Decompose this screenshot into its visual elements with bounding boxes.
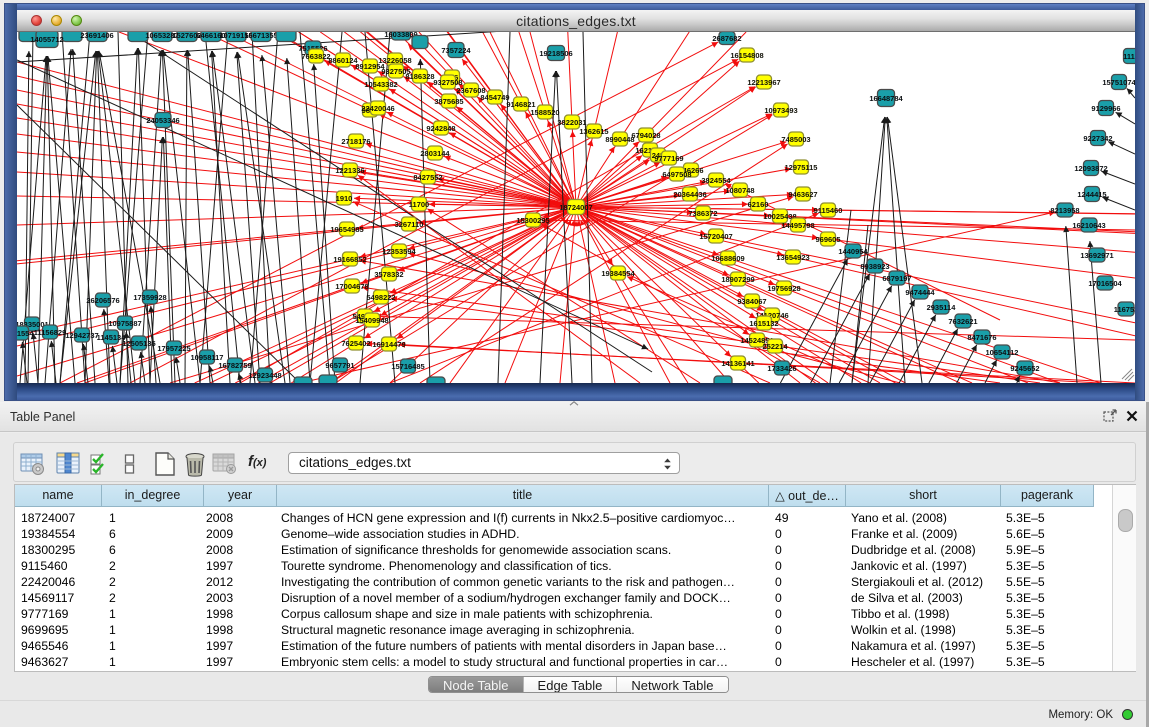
svg-text:17359928: 17359928 bbox=[133, 293, 166, 302]
svg-text:7357224: 7357224 bbox=[441, 46, 471, 55]
svg-text:3267110: 3267110 bbox=[395, 220, 424, 229]
svg-text:19218506: 19218506 bbox=[539, 49, 572, 58]
svg-text:8938923: 8938923 bbox=[860, 262, 889, 271]
svg-text:9227342: 9227342 bbox=[1083, 134, 1112, 143]
svg-text:13692971: 13692971 bbox=[1080, 251, 1113, 260]
svg-text:3875685: 3875685 bbox=[434, 97, 463, 106]
svg-text:19166852: 19166852 bbox=[333, 255, 366, 264]
svg-text:6794028: 6794028 bbox=[631, 131, 660, 140]
svg-text:1588520: 1588520 bbox=[530, 108, 559, 117]
svg-text:16914479: 16914479 bbox=[372, 340, 405, 349]
svg-text:12505135: 12505135 bbox=[122, 339, 155, 348]
svg-text:18907299: 18907299 bbox=[721, 275, 754, 284]
svg-text:1080748: 1080748 bbox=[725, 186, 754, 195]
svg-text:991554: 991554 bbox=[17, 329, 34, 338]
svg-text:62160: 62160 bbox=[748, 200, 769, 209]
svg-text:14495798: 14495798 bbox=[781, 221, 814, 230]
svg-text:9463627: 9463627 bbox=[788, 190, 817, 199]
svg-text:9474444: 9474444 bbox=[905, 288, 935, 297]
svg-text:8186328: 8186328 bbox=[405, 72, 434, 81]
svg-text:1112: 1112 bbox=[1123, 52, 1135, 61]
svg-text:10973493: 10973493 bbox=[764, 106, 797, 115]
svg-text:3822031: 3822031 bbox=[557, 118, 586, 127]
svg-text:2935114: 2935114 bbox=[927, 303, 957, 312]
svg-text:15409948: 15409948 bbox=[355, 316, 388, 325]
svg-text:10688609: 10688609 bbox=[711, 254, 744, 263]
svg-text:1733426: 1733426 bbox=[767, 364, 796, 373]
svg-text:2687682: 2687682 bbox=[712, 34, 741, 43]
svg-text:8427552: 8427552 bbox=[413, 173, 442, 182]
svg-text:12353594: 12353594 bbox=[382, 247, 416, 256]
svg-text:3578332: 3578332 bbox=[374, 270, 403, 279]
svg-text:26206576: 26206576 bbox=[86, 296, 119, 305]
svg-text:3824554: 3824554 bbox=[701, 176, 731, 185]
svg-text:12975115: 12975115 bbox=[785, 163, 818, 172]
svg-text:20364436: 20364436 bbox=[673, 190, 706, 199]
svg-text:969605: 969605 bbox=[815, 235, 840, 244]
svg-text:12942737: 12942737 bbox=[65, 331, 98, 340]
svg-text:10654112: 10654112 bbox=[986, 348, 1019, 357]
svg-text:15716485: 15716485 bbox=[391, 362, 424, 371]
svg-text:16782759: 16782759 bbox=[218, 361, 251, 370]
svg-text:15300295: 15300295 bbox=[516, 216, 549, 225]
svg-text:6497508: 6497508 bbox=[662, 170, 691, 179]
svg-text:2718176: 2718176 bbox=[341, 137, 370, 146]
svg-text:6879197: 6879197 bbox=[882, 274, 911, 283]
svg-text:9115460: 9115460 bbox=[814, 206, 843, 215]
svg-text:252214: 252214 bbox=[762, 342, 788, 351]
svg-text:24053346: 24053346 bbox=[146, 116, 179, 125]
svg-text:10543382: 10543382 bbox=[364, 80, 397, 89]
svg-text:7632621: 7632621 bbox=[948, 317, 977, 326]
svg-text:9129966: 9129966 bbox=[1091, 104, 1120, 113]
svg-text:8213958: 8213958 bbox=[1050, 206, 1079, 215]
svg-text:13654923: 13654923 bbox=[776, 253, 809, 262]
svg-text:12213967: 12213967 bbox=[747, 78, 780, 87]
svg-text:1221336: 1221336 bbox=[335, 166, 364, 175]
svg-text:8860124: 8860124 bbox=[328, 56, 358, 65]
svg-text:9242848: 9242848 bbox=[426, 124, 455, 133]
svg-text:2803144: 2803144 bbox=[420, 149, 450, 158]
svg-text:16671355: 16671355 bbox=[244, 32, 277, 40]
svg-text:17016504: 17016504 bbox=[1088, 279, 1122, 288]
svg-text:14136141: 14136141 bbox=[721, 359, 754, 368]
svg-text:1440954: 1440954 bbox=[838, 247, 868, 256]
svg-text:19654985: 19654985 bbox=[330, 225, 363, 234]
svg-text:9777169: 9777169 bbox=[654, 154, 683, 163]
svg-text:17004678: 17004678 bbox=[335, 282, 368, 291]
svg-text:1910: 1910 bbox=[336, 194, 353, 203]
svg-text:7386372: 7386372 bbox=[688, 209, 717, 218]
svg-text:12093872: 12093872 bbox=[1074, 164, 1107, 173]
svg-text:18724007: 18724007 bbox=[559, 203, 592, 212]
svg-text:15720407: 15720407 bbox=[699, 232, 732, 241]
svg-text:23691406: 23691406 bbox=[80, 32, 113, 40]
svg-text:8454749: 8454749 bbox=[480, 93, 509, 102]
svg-text:17957225: 17957225 bbox=[157, 344, 190, 353]
svg-text:11700: 11700 bbox=[409, 200, 429, 209]
svg-text:16648784: 16648784 bbox=[869, 94, 903, 103]
svg-text:1362615: 1362615 bbox=[579, 127, 608, 136]
svg-text:9384067: 9384067 bbox=[737, 297, 766, 306]
svg-text:7625402: 7625402 bbox=[341, 339, 370, 348]
svg-text:7485003: 7485003 bbox=[781, 135, 810, 144]
svg-text:14055712: 14055712 bbox=[30, 35, 63, 44]
svg-text:19384554: 19384554 bbox=[601, 269, 635, 278]
svg-text:5498222: 5498222 bbox=[366, 293, 395, 302]
svg-text:1244415: 1244415 bbox=[1077, 190, 1106, 199]
svg-text:10975887: 10975887 bbox=[108, 319, 141, 328]
svg-text:22420046: 22420046 bbox=[361, 104, 394, 113]
svg-text:9245652: 9245652 bbox=[1010, 364, 1039, 373]
svg-text:7663822: 7663822 bbox=[301, 52, 330, 61]
svg-text:16210643: 16210643 bbox=[1072, 221, 1105, 230]
svg-text:116753: 116753 bbox=[1114, 305, 1135, 314]
svg-text:8471676: 8471676 bbox=[967, 333, 996, 342]
svg-text:19756928: 19756928 bbox=[767, 284, 800, 293]
svg-text:1615132: 1615132 bbox=[749, 319, 778, 328]
svg-text:9657791: 9657791 bbox=[325, 361, 354, 370]
svg-text:12923448: 12923448 bbox=[248, 371, 281, 380]
svg-text:16154808: 16154808 bbox=[730, 51, 763, 60]
svg-text:8990448: 8990448 bbox=[605, 135, 634, 144]
svg-text:11156829: 11156829 bbox=[34, 328, 67, 337]
svg-text:15751074: 15751074 bbox=[1102, 78, 1135, 87]
